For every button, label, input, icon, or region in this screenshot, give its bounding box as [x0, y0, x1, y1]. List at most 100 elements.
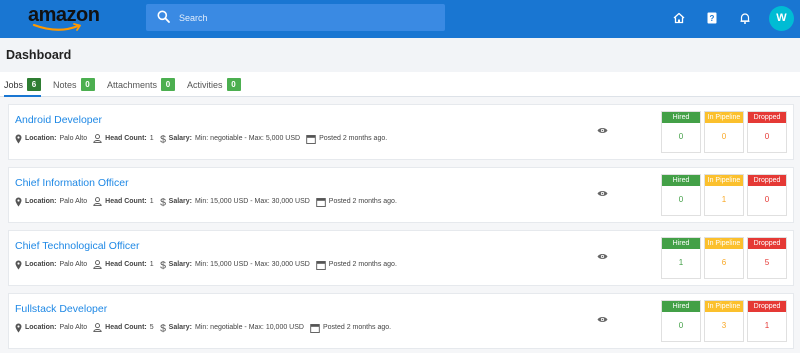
head-count-label: Head Count:: [105, 198, 147, 205]
pipeline-stat[interactable]: In Pipeline 6: [704, 237, 744, 279]
tab-label: Notes: [53, 79, 77, 90]
pipeline-count: 6: [721, 258, 727, 267]
job-list: Android Developer Location: Palo Alto Hea…: [0, 97, 800, 353]
salary-value: Min: negotiable - Max: 10,000 USD: [195, 324, 304, 331]
dropped-stat[interactable]: Dropped 0: [747, 111, 787, 153]
dropped-count: 1: [764, 321, 770, 330]
page-title: Dashboard: [6, 48, 72, 62]
user-avatar[interactable]: W: [769, 6, 794, 31]
job-title-link[interactable]: Chief Technological Officer: [15, 240, 140, 252]
pipeline-count: 3: [721, 321, 727, 330]
tab-label: Activities: [187, 79, 223, 90]
location-label: Location:: [25, 198, 57, 205]
pipeline-stat[interactable]: In Pipeline 3: [704, 300, 744, 342]
tab-bar: Jobs 6 Notes 0 Attachments 0 Activities 0: [0, 72, 800, 97]
location-label: Location:: [25, 324, 57, 331]
location-pin-icon: [15, 134, 22, 143]
job-title-link[interactable]: Chief Information Officer: [15, 177, 129, 189]
hired-stat[interactable]: Hired 0: [661, 300, 701, 342]
location-label: Location:: [25, 261, 57, 268]
svg-text:$: $: [160, 197, 166, 208]
job-title-link[interactable]: Android Developer: [15, 114, 102, 126]
dropped-stat[interactable]: Dropped 0: [747, 174, 787, 216]
count-badge: 0: [161, 78, 176, 91]
dropped-count: 0: [764, 195, 770, 204]
pipeline-label: In Pipeline: [705, 112, 743, 123]
svg-text:$: $: [160, 134, 166, 145]
location-pin-icon: [15, 197, 22, 206]
tab-label: Jobs: [4, 79, 24, 90]
salary-value: Min: 15,000 USD - Max: 30,000 USD: [195, 261, 310, 268]
job-meta: Location: Palo Alto Head Count: 1 $ Salary:…: [15, 259, 403, 270]
dropped-label: Dropped: [748, 301, 786, 312]
dollar-icon: $: [160, 134, 166, 145]
location-pin-icon: [15, 260, 22, 269]
tab-jobs[interactable]: Jobs 6: [4, 78, 42, 97]
hired-count: 0: [678, 321, 684, 330]
dollar-icon: $: [160, 323, 166, 334]
tab-label: Attachments: [107, 79, 158, 90]
tab-activities[interactable]: Activities 0: [187, 78, 241, 97]
posted-text: Posted 2 months ago.: [328, 261, 397, 268]
hired-stat[interactable]: Hired 0: [661, 111, 701, 153]
location-value: Palo Alto: [59, 324, 88, 331]
salary-value: Min: 15,000 USD - Max: 30,000 USD: [195, 198, 310, 205]
pipeline-stat[interactable]: In Pipeline 1: [704, 174, 744, 216]
count-badge: 6: [27, 78, 42, 91]
home-icon[interactable]: [672, 11, 686, 25]
pipeline-stat[interactable]: In Pipeline 0: [704, 111, 744, 153]
tab-notes[interactable]: Notes 0: [53, 78, 95, 97]
dropped-label: Dropped: [748, 112, 786, 123]
location-pin-icon: [15, 323, 22, 332]
job-card: Android Developer Location: Palo Alto Hea…: [8, 104, 794, 160]
head-count-value: 1: [149, 135, 154, 142]
posted-text: Posted 2 months ago.: [322, 324, 392, 331]
top-navbar: amazon ? W: [0, 0, 800, 38]
tab-attachments[interactable]: Attachments 0: [107, 78, 176, 97]
search-box[interactable]: [146, 4, 445, 31]
salary-label: Salary:: [168, 198, 193, 205]
salary-label: Salary:: [168, 324, 193, 331]
dropped-label: Dropped: [748, 238, 786, 249]
head-count-label: Head Count:: [105, 261, 147, 268]
calendar-icon: [310, 323, 320, 333]
view-eye-icon[interactable]: [597, 127, 608, 134]
count-badge: 0: [80, 78, 95, 91]
search-input[interactable]: [179, 4, 439, 31]
pipeline-label: In Pipeline: [705, 238, 743, 249]
help-icon[interactable]: ?: [705, 11, 719, 25]
hired-count: 0: [678, 195, 684, 204]
dollar-icon: $: [160, 260, 166, 271]
hired-stat[interactable]: Hired 1: [661, 237, 701, 279]
salary-value: Min: negotiable - Max: 5,000 USD: [195, 135, 301, 142]
hired-count: 1: [678, 258, 684, 267]
dropped-stat[interactable]: Dropped 1: [747, 300, 787, 342]
count-badge: 0: [226, 78, 241, 91]
hired-stat[interactable]: Hired 0: [661, 174, 701, 216]
pipeline-count: 1: [721, 195, 727, 204]
head-count-value: 1: [149, 198, 154, 205]
hired-label: Hired: [662, 175, 700, 186]
location-value: Palo Alto: [59, 198, 88, 205]
search-icon: [157, 10, 170, 23]
posted-text: Posted 2 months ago.: [328, 198, 397, 205]
user-icon: [93, 260, 102, 269]
location-label: Location:: [25, 135, 57, 142]
dollar-icon: $: [160, 197, 166, 208]
head-count-label: Head Count:: [105, 135, 147, 142]
user-icon: [93, 323, 102, 332]
location-value: Palo Alto: [59, 261, 88, 268]
dropped-stat[interactable]: Dropped 5: [747, 237, 787, 279]
calendar-icon: [316, 260, 326, 270]
pipeline-label: In Pipeline: [705, 301, 743, 312]
calendar-icon: [316, 197, 326, 207]
svg-text:$: $: [160, 260, 166, 271]
view-eye-icon[interactable]: [597, 316, 608, 323]
view-eye-icon[interactable]: [597, 253, 608, 260]
view-eye-icon[interactable]: [597, 190, 608, 197]
logo-smile-icon: [32, 23, 81, 31]
amazon-logo[interactable]: amazon: [28, 3, 108, 35]
posted-text: Posted 2 months ago.: [319, 135, 388, 142]
job-title-link[interactable]: Fullstack Developer: [15, 303, 107, 315]
bell-icon[interactable]: [738, 11, 752, 25]
